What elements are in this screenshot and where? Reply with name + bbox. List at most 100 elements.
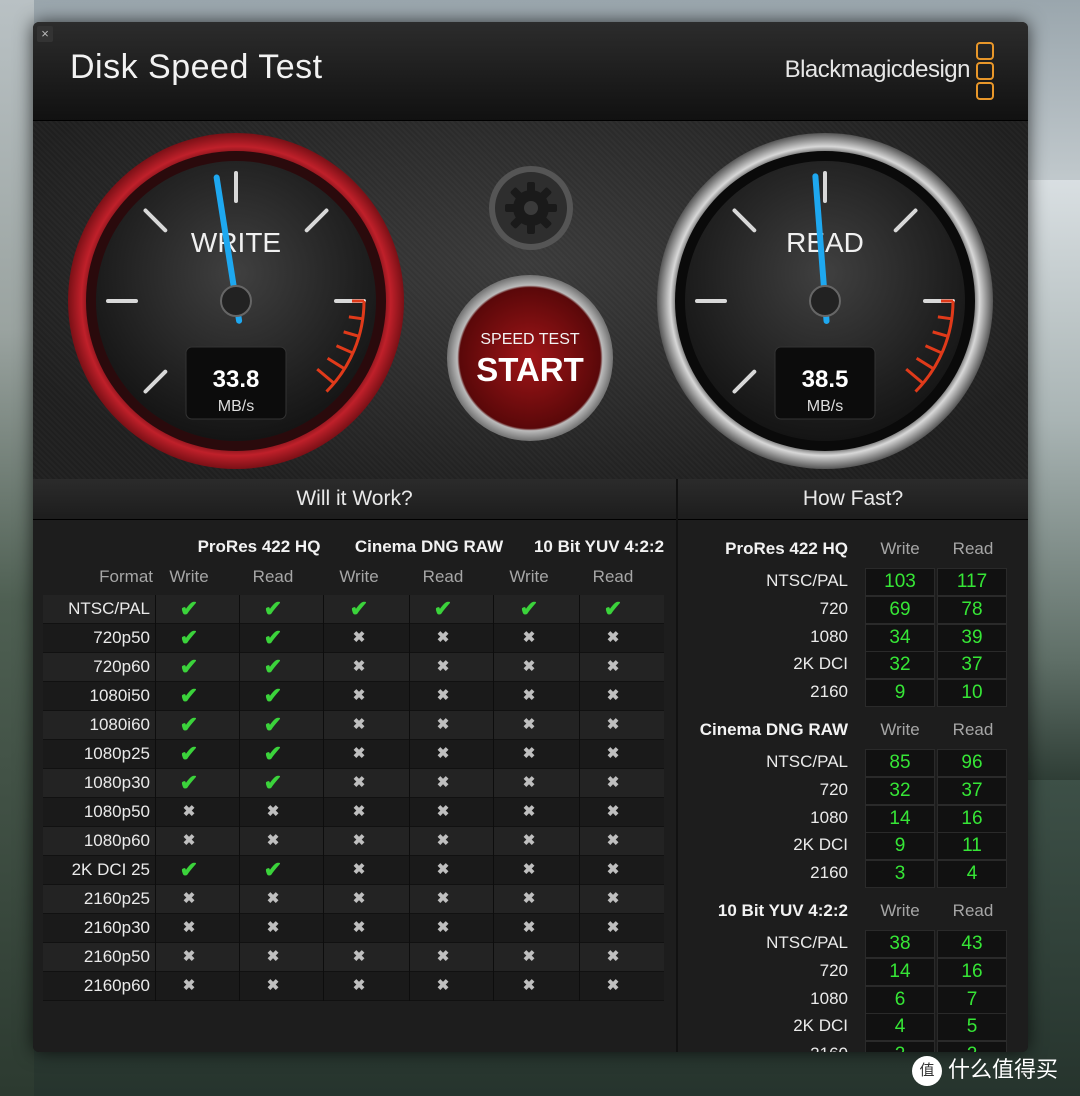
check-icon: ✔ — [179, 770, 199, 795]
write-fps-value: 14 — [865, 957, 935, 986]
column-separator — [155, 595, 156, 1001]
check-icon: ✔ — [263, 770, 283, 795]
cross-icon: ✖ — [182, 832, 196, 849]
check-icon: ✔ — [519, 596, 539, 621]
check-icon: ✔ — [263, 654, 283, 679]
check-icon: ✔ — [263, 712, 283, 737]
watermark-text: 什么值得买 — [948, 1057, 1059, 1082]
cross-icon: ✖ — [352, 687, 366, 704]
cross-icon: ✖ — [436, 832, 450, 849]
cross-icon: ✖ — [436, 629, 450, 646]
check-icon: ✔ — [179, 712, 199, 737]
brand-name: Blackmagicdesign — [784, 56, 971, 83]
write-gauge: WRITE 33.8 MB/s — [68, 133, 404, 469]
read-fps-value: 37 — [937, 776, 1007, 805]
rw-column-label: Read — [422, 567, 464, 586]
cross-icon: ✖ — [436, 658, 450, 675]
cross-icon: ✖ — [522, 745, 536, 762]
write-fps-value: 69 — [865, 595, 935, 624]
format-label: 2160p50 — [83, 947, 150, 966]
format-label: 720p60 — [93, 657, 150, 676]
speed-format-label: 720 — [819, 598, 848, 618]
desktop-background-right — [1020, 180, 1080, 780]
watermark-icon: 值 — [912, 1056, 942, 1087]
read-fps-value: 117 — [937, 568, 1007, 596]
cross-icon: ✖ — [352, 832, 366, 849]
cross-icon: ✖ — [266, 919, 280, 936]
write-column-label: Write — [880, 539, 920, 558]
start-button[interactable]: SPEED TEST START — [447, 275, 613, 441]
cross-icon: ✖ — [522, 629, 536, 646]
cross-icon: ✖ — [606, 919, 620, 936]
cross-icon: ✖ — [352, 948, 366, 965]
cross-icon: ✖ — [352, 919, 366, 936]
write-fps-value: 14 — [865, 804, 935, 833]
cross-icon: ✖ — [436, 919, 450, 936]
write-fps-value: 4 — [865, 1013, 935, 1042]
app-window: × Disk Speed Test Blackmagicdesign WRITE… — [33, 22, 1028, 1052]
cross-icon: ✖ — [352, 658, 366, 675]
read-fps-value: 37 — [937, 651, 1007, 680]
rw-column-label: Write — [509, 567, 549, 586]
write-fps-value: 85 — [865, 749, 935, 777]
rw-column-label: Read — [592, 567, 634, 586]
cross-icon: ✖ — [522, 658, 536, 675]
column-separator — [323, 595, 324, 1001]
format-label: 2160p25 — [83, 889, 150, 908]
watermark: 值什么值得买 — [912, 1052, 1059, 1087]
format-column-label: Format — [99, 567, 153, 586]
read-gauge-label: READ — [786, 227, 864, 258]
cross-icon: ✖ — [522, 803, 536, 820]
cross-icon: ✖ — [606, 774, 620, 791]
read-speed-unit: MB/s — [807, 398, 843, 415]
speed-format-label: NTSC/PAL — [766, 933, 848, 952]
cross-icon: ✖ — [522, 977, 536, 994]
speed-format-label: NTSC/PAL — [766, 752, 848, 771]
cross-icon: ✖ — [522, 832, 536, 849]
write-speed-value: 33.8 — [213, 366, 260, 393]
cross-icon: ✖ — [436, 948, 450, 965]
cross-icon: ✖ — [182, 803, 196, 820]
cross-icon: ✖ — [266, 832, 280, 849]
check-icon: ✔ — [179, 741, 199, 766]
cross-icon: ✖ — [436, 745, 450, 762]
format-label: 1080p25 — [83, 744, 150, 763]
write-speed-unit: MB/s — [218, 398, 254, 415]
format-label: 1080p30 — [83, 773, 150, 792]
cross-icon: ✖ — [182, 977, 196, 994]
cross-icon: ✖ — [182, 890, 196, 907]
read-fps-value: 43 — [937, 930, 1007, 958]
read-fps-value: 78 — [937, 595, 1007, 624]
speed-format-label: 1080 — [810, 988, 848, 1008]
cross-icon: ✖ — [436, 861, 450, 878]
speed-format-label: 720 — [819, 779, 848, 799]
write-fps-value: 2 — [865, 1041, 935, 1052]
brand-logo-icon — [976, 42, 994, 102]
cross-icon: ✖ — [522, 919, 536, 936]
speed-format-label: 1080 — [810, 626, 848, 646]
cross-icon: ✖ — [266, 977, 280, 994]
title-bar: × Disk Speed Test Blackmagicdesign — [33, 22, 1028, 121]
cross-icon: ✖ — [182, 948, 196, 965]
write-fps-value: 3 — [865, 860, 935, 889]
format-label: 1080i60 — [89, 715, 150, 734]
read-fps-value: 39 — [937, 623, 1007, 652]
cross-icon: ✖ — [522, 948, 536, 965]
cross-icon: ✖ — [606, 832, 620, 849]
check-icon: ✔ — [263, 857, 283, 882]
cross-icon: ✖ — [606, 658, 620, 675]
write-fps-value: 32 — [865, 776, 935, 805]
settings-button[interactable] — [488, 165, 574, 251]
format-label: 720p50 — [93, 628, 150, 647]
format-label: 2K DCI 25 — [71, 860, 150, 879]
read-fps-value: 16 — [937, 804, 1007, 833]
gauge-redline-tick — [348, 315, 363, 321]
check-icon: ✔ — [263, 683, 283, 708]
cross-icon: ✖ — [522, 716, 536, 733]
cross-icon: ✖ — [266, 890, 280, 907]
speed-format-label: 1080 — [810, 807, 848, 827]
cross-icon: ✖ — [182, 919, 196, 936]
desktop-background-left — [0, 0, 34, 1096]
read-fps-value: 16 — [937, 957, 1007, 986]
close-button[interactable]: × — [37, 26, 53, 42]
